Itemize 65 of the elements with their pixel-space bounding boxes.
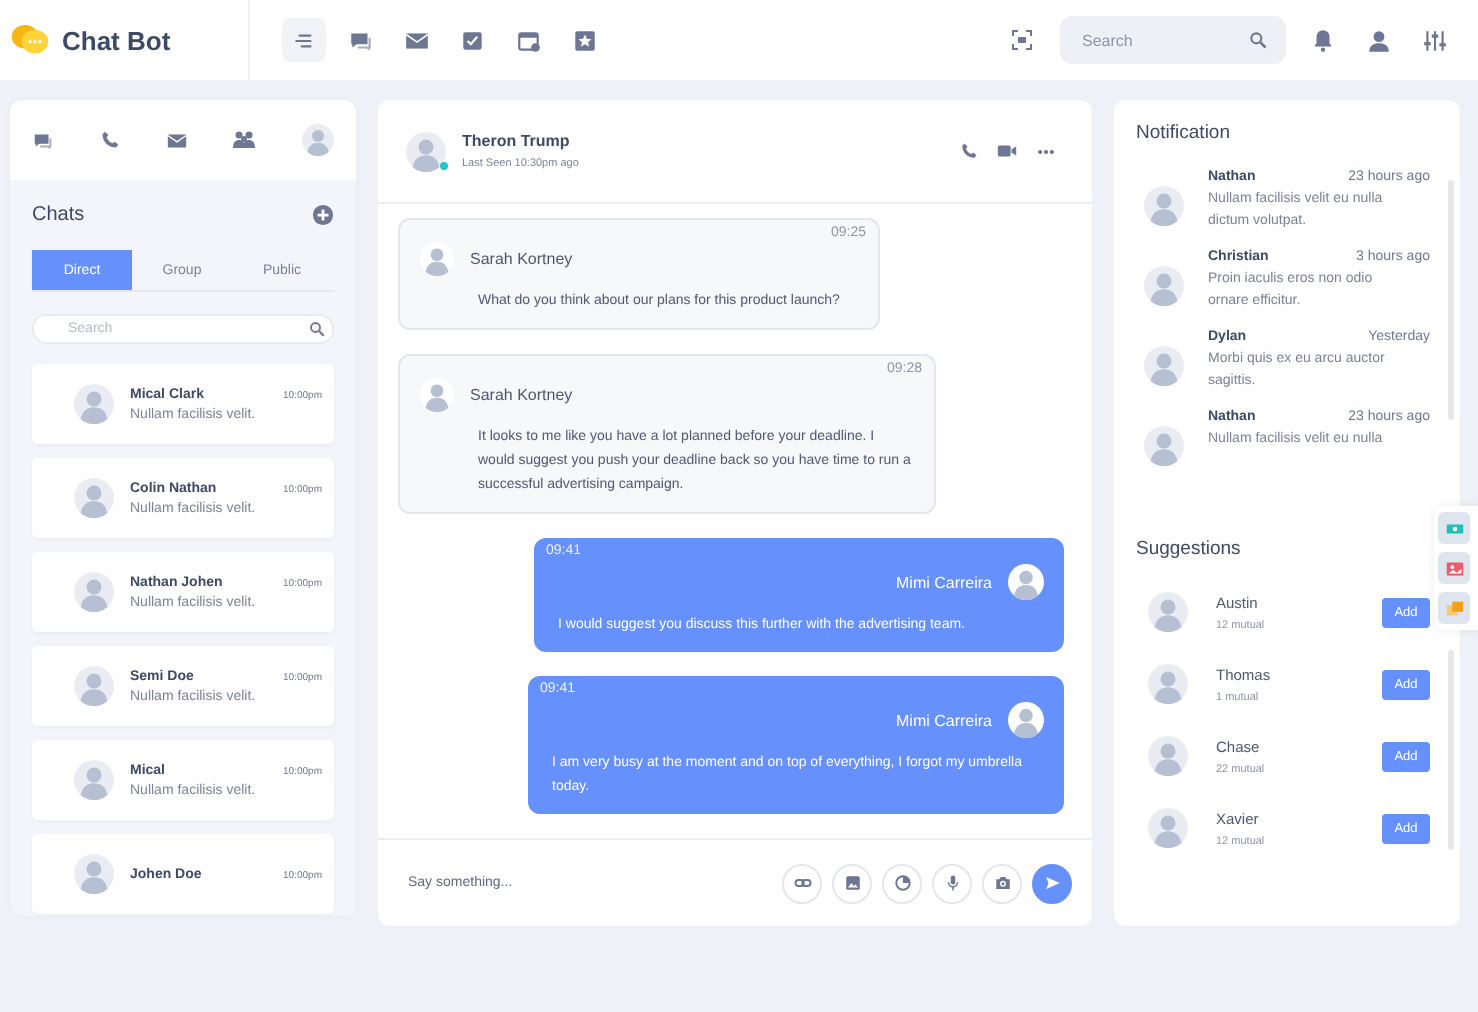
nav-button[interactable] [282,18,326,62]
search-icon [1248,30,1268,50]
sticker-button[interactable] [882,863,922,903]
chat-icon[interactable] [32,129,54,151]
avatar-icon [1008,702,1044,738]
avatar-icon [1144,186,1184,226]
link-button[interactable] [782,863,822,903]
add-icon[interactable] [312,204,334,226]
cash-button[interactable] [1438,512,1470,544]
image-icon [843,874,861,892]
phone-icon[interactable] [99,130,120,150]
calendar-icon [515,27,541,53]
avatar-icon [1144,426,1184,466]
avatar-icon [1008,564,1044,600]
avatar-icon [74,478,114,518]
link-icon [793,874,811,892]
camera-icon [993,874,1011,892]
avatar-icon [1148,592,1188,632]
microphone-icon [943,874,961,892]
avatar-icon [1148,736,1188,776]
camera-button[interactable] [982,863,1022,903]
avatar-icon [74,760,114,800]
app-logo-text: Chat Bot [62,25,171,55]
avatar-icon [1148,664,1188,704]
photo-card-icon [1443,557,1465,579]
user-icon[interactable] [1366,27,1392,53]
search-icon [308,320,326,338]
avatar-icon [420,242,454,276]
avatar-icon [74,666,114,706]
panel-title: Suggestions [1136,538,1241,560]
mail-icon [403,27,429,53]
settings-icon[interactable] [1422,27,1448,53]
folder-icon [1443,597,1465,619]
video-camera-icon[interactable] [996,140,1018,162]
bell-icon[interactable] [1310,27,1336,53]
chat-icon [347,27,373,53]
panel-title: Notification [1136,122,1230,144]
sender-name: Sarah Kortney [470,386,573,404]
photo-card-button[interactable] [1438,552,1470,584]
search-input[interactable]: Search [1078,29,1248,51]
sender-name: Sarah Kortney [470,250,573,268]
microphone-button[interactable] [932,863,972,903]
avatar-icon [74,384,114,424]
contact-name: Theron Trump [462,132,572,150]
avatar-icon [1148,808,1188,848]
sender-name: Mimi Carreira [896,711,992,729]
avatar-icon [74,854,114,894]
scan-icon[interactable] [1010,28,1034,52]
send-icon [1043,874,1061,892]
group-icon[interactable] [232,128,257,152]
phone-icon[interactable] [960,142,978,160]
avatar-icon [420,378,454,412]
avatar-icon [74,572,114,612]
avatar-icon [406,131,446,171]
image-button[interactable] [832,863,872,903]
panel-title: Chats [32,204,85,226]
sender-name: Mimi Carreira [896,573,992,591]
sticker-icon [893,874,911,892]
mail-icon[interactable] [165,129,187,151]
tasks-icon [459,27,485,53]
avatar-icon [1144,266,1184,306]
send-button[interactable] [1032,863,1072,903]
avatar-icon [302,124,334,156]
avatar-icon [1144,346,1184,386]
search-field[interactable]: Search [1060,16,1286,64]
